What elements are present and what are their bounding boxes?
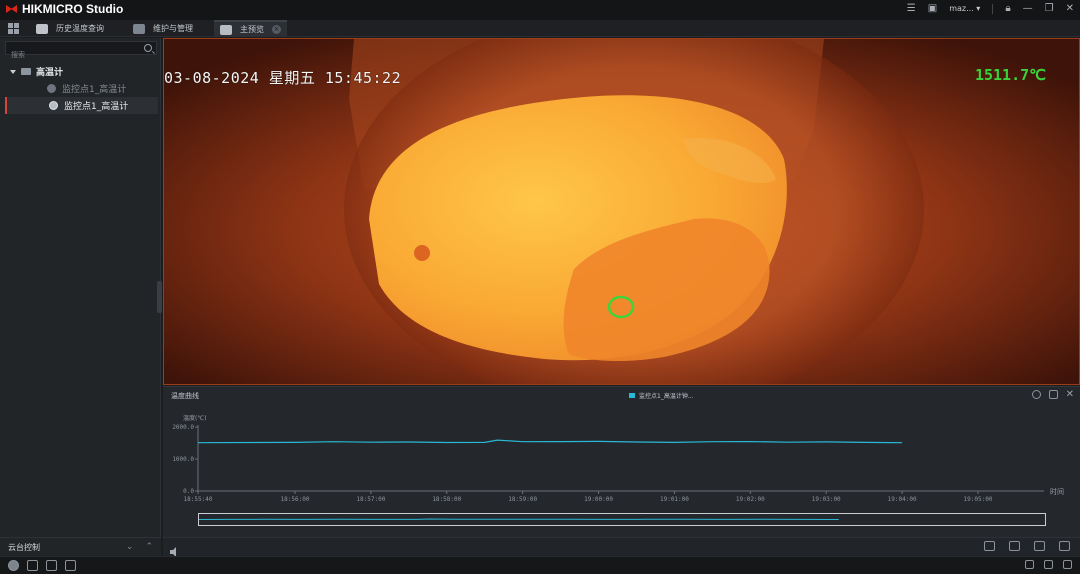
x-tick-label: 18:56:00 [281,496,310,503]
monitor-icon [220,24,232,35]
divider [992,3,994,14]
tools-icon [133,23,145,34]
overview-series-line [199,518,839,520]
tab-main-preview[interactable]: 主预览 × [214,20,287,37]
window-controls: ☰ ▣ maz... ▾ 🔒︎ — ❐ ✕ [907,3,1074,14]
window-icon[interactable] [1044,560,1053,569]
x-tick-label: 19:03:00 [812,496,841,503]
device-group-pyrometer[interactable]: 高温计 [10,65,63,78]
mute-icon[interactable] [65,560,76,571]
x-tick-label: 18:58:00 [432,496,461,503]
camera-icon [49,101,58,110]
fullscreen-icon[interactable] [1059,541,1070,551]
ptz-label: 云台控制 [8,542,40,552]
title-bar: HIKMICRO Studio ☰ ▣ maz... ▾ 🔒︎ — ❐ ✕ [0,0,1080,20]
x-tick-label: 19:04:00 [888,496,917,503]
x-tick-label: 18:55:40 [184,496,213,503]
y-tick-label: 2000.0 [172,424,194,431]
x-axis-label: 时间 [1050,488,1064,496]
status-bar [0,556,1080,574]
overview-chart [199,518,839,520]
series-line [197,439,903,444]
sidebar: 高温计 监控点1_高温计 监控点1_高温计 [0,38,161,556]
search-icon[interactable] [144,44,152,52]
search-box [5,41,157,61]
restore-button[interactable]: ❐ [1045,3,1054,14]
thermal-video-preview[interactable]: 03-08-2024 星期五 15:45:22 1511.7℃ [163,38,1080,385]
tab-label: 主预览 [240,25,264,34]
layout-icon[interactable] [1009,541,1020,551]
chart-icon [36,23,48,34]
chevron-up-icon[interactable]: ⌃ [145,542,153,552]
lock-icon[interactable]: 🔒︎ [1005,3,1010,14]
list-icon[interactable]: ☰ [907,3,916,14]
tab-maintenance[interactable]: 维护与管理 [133,20,193,37]
search-input[interactable] [6,49,136,61]
tab-bar: 历史温度查询 维护与管理 主预览 × [0,20,1080,37]
chevron-up-icon[interactable] [1063,560,1072,569]
sidebar-collapse-handle[interactable] [157,281,162,313]
chevron-down-icon[interactable]: ⌄ [126,542,134,552]
pin-icon[interactable] [1025,560,1034,569]
x-tick-label: 18:57:00 [356,496,385,503]
tree-root-label: 高温计 [36,68,64,78]
tree-item-monitor-point[interactable]: 监控点1_高温计 [5,80,158,97]
app-logo: HIKMICRO Studio [6,2,123,16]
capture-icon[interactable] [46,560,57,571]
osd-temperature: 1511.7℃ [974,66,1046,84]
minimize-button[interactable]: — [1023,3,1033,14]
app-title: HIKMICRO Studio [22,2,124,16]
close-all-icon[interactable] [1034,541,1045,551]
chart-toggle-icon[interactable] [984,541,995,551]
ptz-panel-header[interactable]: 云台控制 ⌄ ⌃ [0,537,161,556]
close-tab-icon[interactable]: × [272,25,281,34]
x-tick-label: 19:05:00 [964,496,993,503]
modules-grid-icon[interactable] [8,23,19,34]
preview-toolbar [163,537,1080,557]
x-tick-label: 19:01:00 [660,496,689,503]
speaker-icon[interactable] [169,542,180,557]
tab-label: 维护与管理 [153,24,193,33]
chevron-down-icon[interactable] [10,69,16,74]
osd-datetime: 03-08-2024 星期五 15:45:22 [164,69,402,87]
close-button[interactable]: ✕ [1066,3,1074,14]
tab-history-temperature[interactable]: 历史温度查询 [36,20,104,37]
y-tick-label: 0.0 [183,488,194,495]
time-overview-slider[interactable] [198,513,1046,526]
temperature-curve-panel: 温度曲线 监控点1_高温计钟... ✕ 温度(℃) 2000.0 1000.0 0.… [163,386,1080,537]
tree-item-label: 监控点1_高温计 [64,102,129,112]
trash-icon[interactable] [27,560,38,571]
view-controls [984,541,1070,551]
user-name: maz... [949,4,974,13]
tree-item-monitor-point-selected[interactable]: 监控点1_高温计 [5,97,158,114]
x-tick-label: 19:00:00 [584,496,613,503]
thermal-image [164,39,1079,384]
camera-icon [47,84,56,93]
x-tick-label: 19:02:00 [736,496,765,503]
temperature-chart[interactable]: 2000.0 1000.0 0.018:55:40 18:56:00 18:57:00 1… [163,387,1080,512]
image-icon[interactable]: ▣ [928,3,937,14]
tree-item-label: 监控点1_高温计 [62,85,127,95]
alarm-icon[interactable] [8,560,19,571]
tab-label: 历史温度查询 [56,24,104,33]
y-tick-label: 1000.0 [172,456,194,463]
device-icon [21,68,31,75]
x-tick-label: 18:59:00 [508,496,537,503]
user-menu[interactable]: maz... ▾ [949,4,980,13]
hikmicro-logo-icon [6,4,18,15]
